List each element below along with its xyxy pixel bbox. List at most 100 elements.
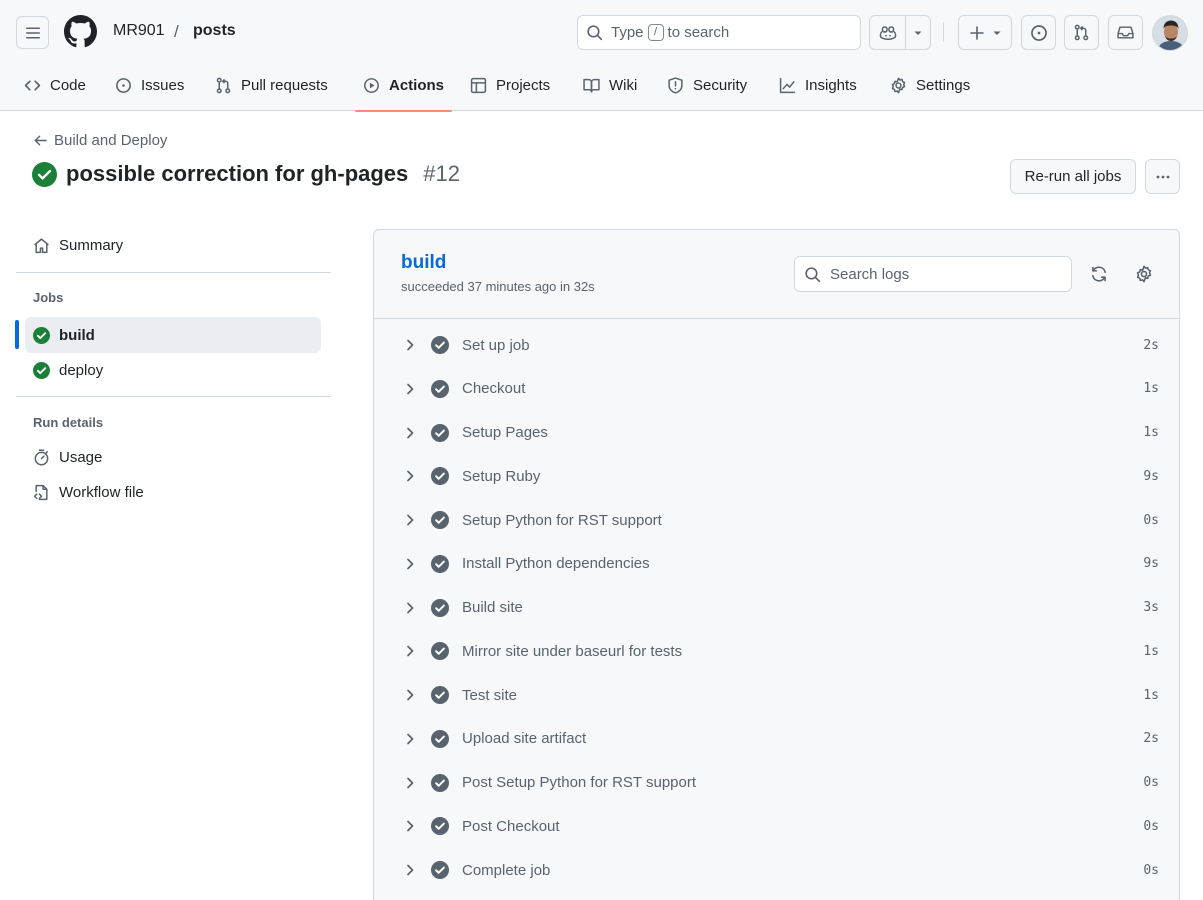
user-avatar[interactable] [1152,15,1188,51]
sidebar-item-workflow-file[interactable]: Workflow file [25,474,321,510]
step-row[interactable]: Setup Ruby 9s [398,456,1166,496]
step-row[interactable]: Post Setup Python for RST support 0s [398,763,1166,803]
rerun-all-jobs-button[interactable]: Re-run all jobs [1010,159,1136,194]
tab-actions[interactable]: Actions [355,60,453,112]
check-circle-fill-icon [431,642,449,661]
check-circle-fill-icon [431,467,449,486]
tab-settings[interactable]: Settings [882,60,978,111]
search-prefix-text: Type [611,24,644,41]
chevron-right-icon[interactable] [402,337,418,353]
step-row[interactable]: Complete job 0s [398,850,1166,890]
chevron-right-icon[interactable] [402,731,418,747]
play-icon [364,78,379,93]
breadcrumb-owner[interactable]: MR901 [113,22,165,40]
sidebar-job-label: build [59,326,95,344]
step-row[interactable]: Upload site artifact 2s [398,719,1166,759]
step-row[interactable]: Checkout 1s [398,369,1166,409]
chevron-right-icon[interactable] [402,687,418,703]
header-divider [943,22,944,42]
log-settings-button[interactable] [1132,262,1156,286]
job-log-panel: build succeeded 37 minutes ago in 32s Se… [373,229,1180,900]
more-options-button[interactable] [1145,159,1180,194]
sidebar-job-deploy[interactable]: deploy [25,352,321,388]
step-duration: 2s [1143,337,1159,353]
step-name: Complete job [462,861,551,879]
breadcrumb-repo[interactable]: posts [193,22,236,40]
sidebar-job-build[interactable]: build [25,317,321,353]
check-circle-fill-icon [32,161,57,187]
step-duration: 1s [1143,425,1159,440]
chevron-right-icon[interactable] [402,381,418,397]
github-logo-icon[interactable] [64,15,97,48]
tab-insights[interactable]: Insights [771,60,865,111]
copilot-dropdown-button[interactable] [906,16,930,49]
chevron-right-icon[interactable] [402,512,418,528]
search-logs-input[interactable]: Search logs [794,256,1072,292]
check-circle-fill-icon [431,773,449,792]
check-circle-fill-icon [431,686,449,704]
chevron-right-icon[interactable] [402,468,418,484]
sidebar-item-usage[interactable]: Usage [25,439,321,475]
graph-icon [779,77,796,94]
pull-request-icon [1074,24,1089,41]
copilot-button[interactable] [870,16,906,49]
inbox-icon [1117,26,1134,39]
sidebar-item-label: Usage [59,448,103,466]
tab-security[interactable]: Security [659,60,755,111]
check-circle-fill-icon [431,554,449,573]
tab-label: Actions [389,77,445,94]
step-row[interactable]: Test site 1s [398,675,1166,715]
shield-icon [668,77,683,94]
sidebar-heading-run-details: Run details [33,415,104,430]
plus-icon [969,25,984,40]
gear-icon [1136,265,1152,283]
tab-issues[interactable]: Issues [107,60,192,111]
your-issues-button[interactable] [1021,15,1056,50]
step-row[interactable]: Mirror site under baseurl for tests 1s [398,631,1166,671]
step-name: Post Setup Python for RST support [462,774,697,791]
menu-button[interactable] [16,16,49,49]
hamburger-icon [25,27,40,38]
chevron-right-icon[interactable] [402,775,418,791]
sidebar-item-summary[interactable]: Summary [25,227,321,263]
tab-projects[interactable]: Projects [462,60,558,111]
issue-icon [116,78,131,93]
global-search-input[interactable]: Type / to search [577,15,861,50]
chevron-right-icon[interactable] [402,862,418,878]
tab-pull-requests[interactable]: Pull requests [207,60,336,111]
refresh-logs-button[interactable] [1087,262,1111,286]
create-new-button[interactable] [958,15,1012,50]
tab-label: Issues [141,77,185,94]
tab-code[interactable]: Code [16,60,94,111]
step-row[interactable]: Install Python dependencies 9s [398,544,1166,584]
tab-wiki[interactable]: Wiki [575,60,645,111]
check-circle-fill-icon [431,336,449,354]
your-pull-requests-button[interactable] [1064,15,1099,50]
check-circle-fill-icon [431,861,449,879]
chevron-right-icon[interactable] [402,600,418,616]
search-logs-placeholder: Search logs [830,265,910,283]
back-to-workflow-link[interactable]: Build and Deploy [33,132,167,149]
step-row[interactable]: Setup Pages 1s [398,413,1166,453]
gear-icon [891,77,906,94]
kebab-horizontal-icon [1156,175,1169,178]
step-name: Post Checkout [462,817,560,835]
breadcrumb-separator: / [174,22,179,41]
step-row[interactable]: Set up job 2s [398,325,1166,365]
chevron-right-icon[interactable] [402,425,418,441]
job-title[interactable]: build [401,252,446,274]
step-row[interactable]: Build site 3s [398,588,1166,628]
chevron-right-icon[interactable] [402,643,418,659]
step-duration: 1s [1143,643,1159,659]
issue-icon [1030,24,1047,41]
step-name: Build site [462,599,523,616]
tab-label: Settings [916,77,971,94]
step-row[interactable]: Post Checkout 0s [398,806,1166,846]
code-icon [24,80,41,91]
chevron-right-icon[interactable] [402,818,418,834]
chevron-right-icon[interactable] [402,556,418,572]
run-number: #12 [423,161,460,186]
inbox-button[interactable] [1108,15,1143,50]
step-row[interactable]: Setup Python for RST support 0s [398,500,1166,540]
step-duration: 2s [1143,731,1159,747]
